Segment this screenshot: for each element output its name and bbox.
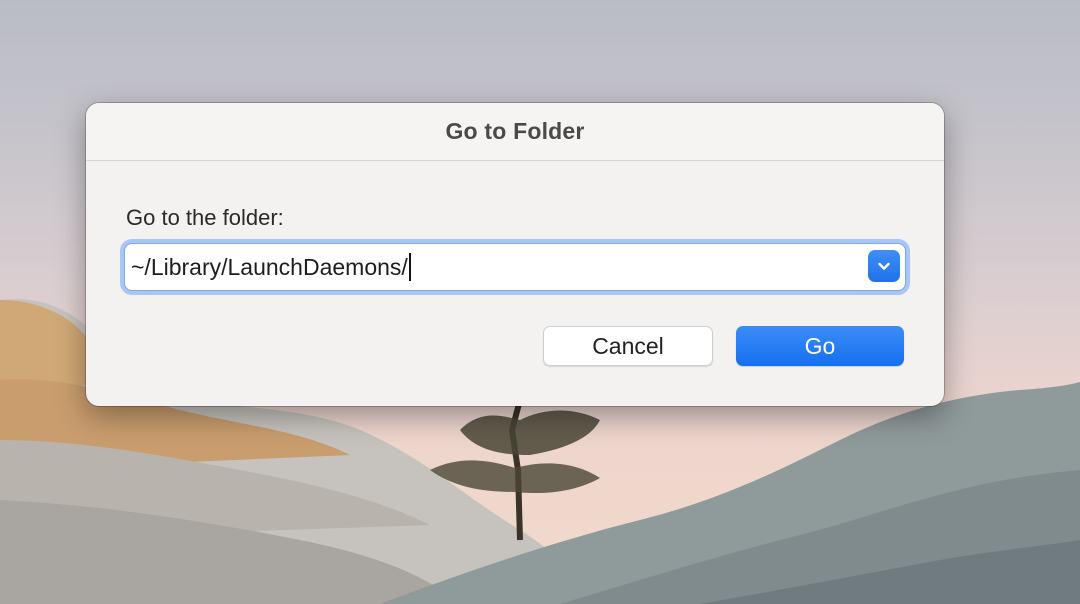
go-to-folder-dialog: Go to Folder Go to the folder: ~/Library… xyxy=(86,103,944,406)
path-history-dropdown-button[interactable] xyxy=(868,250,900,282)
cancel-button[interactable]: Cancel xyxy=(543,326,713,366)
dialog-title: Go to Folder xyxy=(445,118,585,144)
folder-path-combobox: ~/Library/LaunchDaemons/ xyxy=(124,243,906,291)
go-button[interactable]: Go xyxy=(736,326,904,366)
text-caret xyxy=(408,253,411,281)
folder-path-input[interactable]: ~/Library/LaunchDaemons/ xyxy=(131,249,861,285)
chevron-down-icon xyxy=(878,262,890,270)
prompt-label: Go to the folder: xyxy=(126,205,284,230)
folder-path-value: ~/Library/LaunchDaemons/ xyxy=(131,253,408,280)
dialog-titlebar: Go to Folder xyxy=(86,103,944,161)
desktop: Go to Folder Go to the folder: ~/Library… xyxy=(0,0,1080,604)
